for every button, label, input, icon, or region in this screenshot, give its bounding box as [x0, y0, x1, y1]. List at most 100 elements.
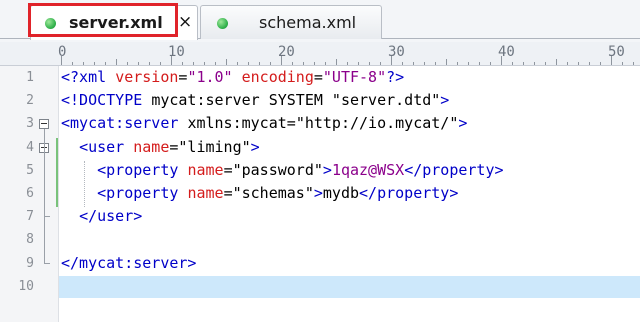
- code-token: <mycat:server: [61, 114, 188, 133]
- code-token: =: [223, 160, 233, 179]
- code-token: 1qaz@WSX: [331, 160, 405, 179]
- code-token: "http://io.mycat/": [295, 114, 459, 133]
- code-line[interactable]: <user name="liming">: [61, 138, 260, 156]
- ruler-tick: [193, 62, 194, 65]
- line-number: 9: [26, 255, 34, 271]
- ruler-label: 50: [608, 44, 625, 60]
- code-line[interactable]: <property name="password">1qaz@WSX</prop…: [61, 160, 504, 179]
- code-token: >: [440, 91, 450, 110]
- code-token: xmlns:mycat: [187, 114, 287, 133]
- ruler-tick: [182, 62, 183, 65]
- ruler-tick: [138, 62, 139, 65]
- ruler-tick: [215, 62, 216, 65]
- code-token: >: [458, 114, 468, 133]
- ruler-tick: [523, 62, 524, 65]
- ruler-tick: [589, 62, 590, 65]
- ruler-tick: [347, 62, 348, 65]
- ruler-tick: [380, 62, 381, 65]
- code-line[interactable]: <property name="schemas">mydb</property>: [61, 184, 458, 202]
- ruler-tick: [556, 59, 557, 65]
- code-token: "schemas": [232, 184, 314, 202]
- ruler-tick: [633, 62, 634, 65]
- code-token: <property: [97, 160, 188, 179]
- close-tab-icon[interactable]: ×: [178, 12, 192, 32]
- tab-label: schema.xml: [259, 13, 357, 32]
- code-token: >: [313, 184, 323, 202]
- code-token: >: [322, 160, 332, 179]
- ruler-tick: [622, 62, 623, 65]
- ruler-tick: [490, 62, 491, 65]
- ruler-tick: [413, 62, 414, 65]
- tab-label: server.xml: [69, 13, 163, 32]
- line-number: 3: [26, 116, 34, 132]
- code-token: </property>: [404, 160, 504, 179]
- line-number: 10: [18, 278, 34, 294]
- code-line[interactable]: </mycat:server>: [61, 254, 196, 272]
- code-token: "UTF-8": [322, 68, 387, 86]
- line-number: 8: [26, 232, 34, 248]
- code-token: version: [115, 68, 179, 86]
- code-token: <?xml: [61, 68, 116, 86]
- line-number: 7: [26, 209, 34, 225]
- ruler-tick: [567, 62, 568, 65]
- ruler-label: 20: [278, 44, 295, 60]
- ruler-tick: [369, 62, 370, 65]
- line-number: 6: [26, 186, 34, 201]
- ruler-label: 30: [388, 44, 405, 60]
- ruler-tick: [457, 62, 458, 65]
- ruler-tick: [512, 62, 513, 65]
- ruler-tick: [435, 62, 436, 65]
- ruler-tick: [578, 62, 579, 65]
- fold-guide-line: [44, 129, 45, 263]
- ruler-tick: [303, 62, 304, 65]
- ruler-tick: [204, 62, 205, 65]
- column-ruler: 0 10 20 30 40 50: [0, 42, 640, 66]
- code-token: mycat:server SYSTEM "server.dtd": [151, 91, 441, 110]
- code-token: >: [250, 137, 260, 156]
- tab-server-xml[interactable]: server.xml ×: [30, 5, 198, 40]
- line-number: 1: [26, 70, 34, 85]
- line-number: 2: [26, 93, 34, 109]
- line-number: 4: [26, 139, 34, 155]
- ruler-tick: [600, 62, 601, 65]
- fold-end-marker: [44, 216, 50, 218]
- ruler-tick: [259, 62, 260, 65]
- code-token: "liming": [178, 137, 251, 156]
- ruler-tick: [105, 62, 106, 65]
- code-line[interactable]: </user>: [61, 207, 142, 225]
- code-token: <!DOCTYPE: [61, 91, 152, 110]
- ruler-tick: [424, 62, 425, 65]
- ruler-tick: [479, 62, 480, 65]
- current-line-highlight: [59, 276, 640, 298]
- tab-bar: server.xml × schema.xml: [0, 0, 640, 42]
- ruler-tick: [149, 62, 150, 65]
- code-line[interactable]: <!DOCTYPE mycat:server SYSTEM "server.dt…: [61, 91, 449, 109]
- indent-guide: [84, 160, 85, 208]
- ruler-tick: [545, 62, 546, 65]
- tab-schema-xml[interactable]: schema.xml: [200, 5, 382, 39]
- ruler-label: 0: [58, 44, 67, 60]
- ruler-tick: [446, 59, 447, 65]
- ruler-tick: [226, 59, 227, 65]
- code-line[interactable]: <mycat:server xmlns:mycat="http://io.myc…: [61, 114, 467, 132]
- ruler-tick: [72, 62, 73, 65]
- code-token: =: [286, 114, 296, 133]
- fold-toggle-icon[interactable]: [39, 119, 49, 130]
- code-token: <user: [79, 137, 134, 156]
- ruler-tick: [402, 62, 403, 65]
- file-status-icon: [45, 18, 56, 29]
- ruler-tick: [94, 62, 95, 65]
- ruler-tick: [314, 62, 315, 65]
- ruler-tick: [292, 62, 293, 65]
- code-token: mydb: [322, 184, 360, 202]
- code-token: =: [223, 184, 233, 202]
- ruler-tick: [248, 62, 249, 65]
- ruler-tick: [534, 62, 535, 65]
- ruler-tick: [325, 62, 326, 65]
- code-line[interactable]: <?xml version="1.0" encoding="UTF-8"?>: [61, 68, 404, 86]
- code-token: =: [313, 68, 323, 86]
- code-token: name: [187, 160, 224, 179]
